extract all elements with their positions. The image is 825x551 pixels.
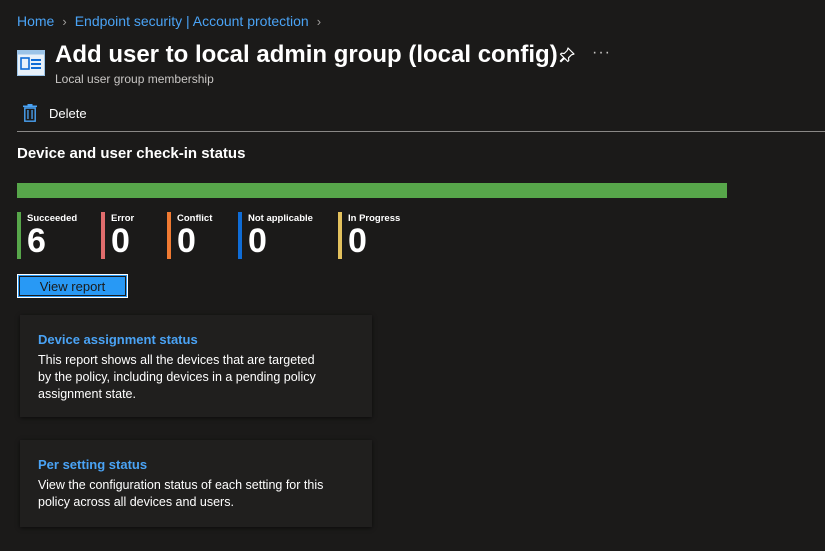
page-subtitle: Local user group membership	[55, 72, 214, 86]
status-count: 0	[111, 222, 130, 260]
card-description: View the configuration status of each se…	[38, 478, 324, 509]
status-count: 6	[27, 222, 46, 260]
breadcrumb-home[interactable]: Home	[17, 13, 54, 29]
status-not-applicable: Not applicable 0	[238, 212, 313, 259]
device-assignment-status-card[interactable]: Device assignment status This report sho…	[20, 315, 372, 417]
status-conflict: Conflict 0	[167, 212, 212, 259]
checkin-section-title: Device and user check-in status	[17, 145, 246, 162]
card-description: This report shows all the devices that a…	[38, 353, 316, 401]
card-title[interactable]: Device assignment status	[38, 332, 198, 347]
policy-document-icon	[17, 50, 45, 76]
delete-label: Delete	[49, 105, 87, 121]
card-title[interactable]: Per setting status	[38, 457, 147, 472]
command-bar: Delete	[17, 98, 825, 132]
more-options-icon[interactable]: ···	[592, 44, 611, 62]
breadcrumb: Home › Endpoint security | Account prote…	[17, 13, 329, 29]
breadcrumb-endpoint-security[interactable]: Endpoint security | Account protection	[75, 13, 309, 29]
chevron-right-icon: ›	[316, 13, 322, 29]
status-count: 0	[177, 222, 196, 260]
chevron-right-icon: ›	[62, 13, 67, 29]
status-count: 0	[248, 222, 267, 260]
per-setting-status-card[interactable]: Per setting status View the configuratio…	[20, 440, 372, 527]
page-title: Add user to local admin group (local con…	[55, 41, 558, 68]
status-error: Error 0	[101, 212, 134, 259]
status-in-progress: In Progress 0	[338, 212, 400, 259]
checkin-progress-bar	[17, 183, 727, 198]
trash-icon	[23, 104, 37, 122]
checkin-progress-succeeded	[17, 183, 727, 198]
pin-icon[interactable]	[558, 46, 576, 64]
status-succeeded: Succeeded 6	[17, 212, 77, 259]
view-report-button[interactable]: View report	[17, 274, 128, 298]
delete-button[interactable]: Delete	[23, 104, 87, 122]
status-count: 0	[348, 222, 367, 260]
